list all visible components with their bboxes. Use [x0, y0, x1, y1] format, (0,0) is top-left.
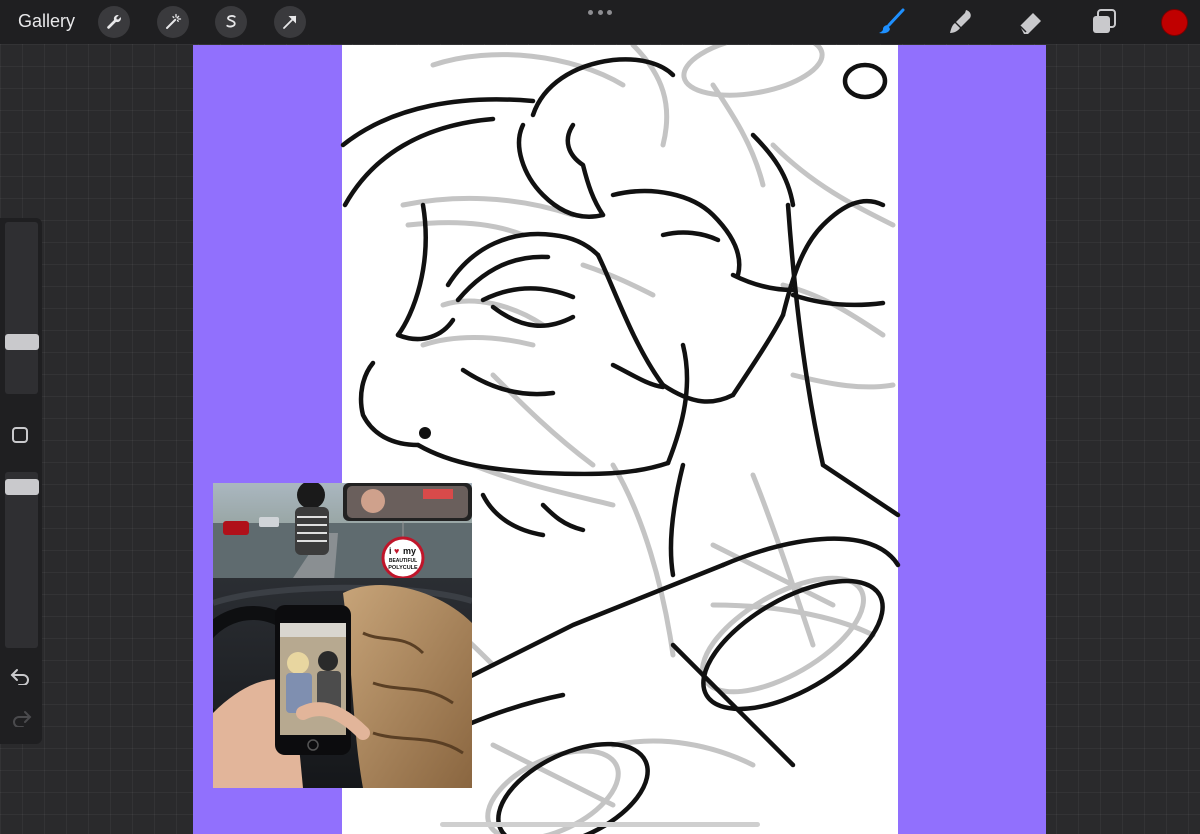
- modifier-square-icon[interactable]: [12, 427, 28, 443]
- reference-image[interactable]: i ♥ my BEAUTIFUL POLYCULE: [213, 483, 472, 788]
- polycule-sticker: i ♥ my BEAUTIFUL POLYCULE: [381, 536, 425, 580]
- transform-arrow-icon[interactable]: [274, 6, 306, 38]
- home-indicator[interactable]: [440, 822, 760, 827]
- gallery-button[interactable]: Gallery: [18, 11, 75, 32]
- brush-size-slider[interactable]: [5, 222, 38, 394]
- dragon-toy: [343, 584, 472, 788]
- svg-text:POLYCULE: POLYCULE: [388, 565, 418, 571]
- redo-icon[interactable]: [10, 709, 32, 727]
- brush-icon[interactable]: [876, 7, 906, 37]
- brush-size-slider-thumb[interactable]: [5, 334, 39, 350]
- left-sidebar: [0, 218, 42, 744]
- color-picker-swatch[interactable]: [1161, 9, 1188, 36]
- svg-text:♥: ♥: [394, 546, 399, 556]
- top-toolbar: Gallery: [0, 0, 1200, 44]
- svg-text:my: my: [403, 546, 416, 556]
- magic-wand-icon[interactable]: [157, 6, 189, 38]
- selection-icon[interactable]: [215, 6, 247, 38]
- eraser-icon[interactable]: [1016, 7, 1046, 37]
- svg-text:BEAUTIFUL: BEAUTIFUL: [389, 558, 417, 564]
- person-figure: [295, 483, 329, 555]
- wrench-icon[interactable]: [98, 6, 130, 38]
- opacity-slider-thumb[interactable]: [5, 479, 39, 495]
- layers-icon[interactable]: [1089, 7, 1119, 37]
- undo-icon[interactable]: [10, 667, 32, 685]
- smudge-icon[interactable]: [946, 7, 976, 37]
- more-options-icon[interactable]: [588, 6, 612, 18]
- svg-text:i: i: [389, 546, 392, 556]
- opacity-slider[interactable]: [5, 472, 38, 648]
